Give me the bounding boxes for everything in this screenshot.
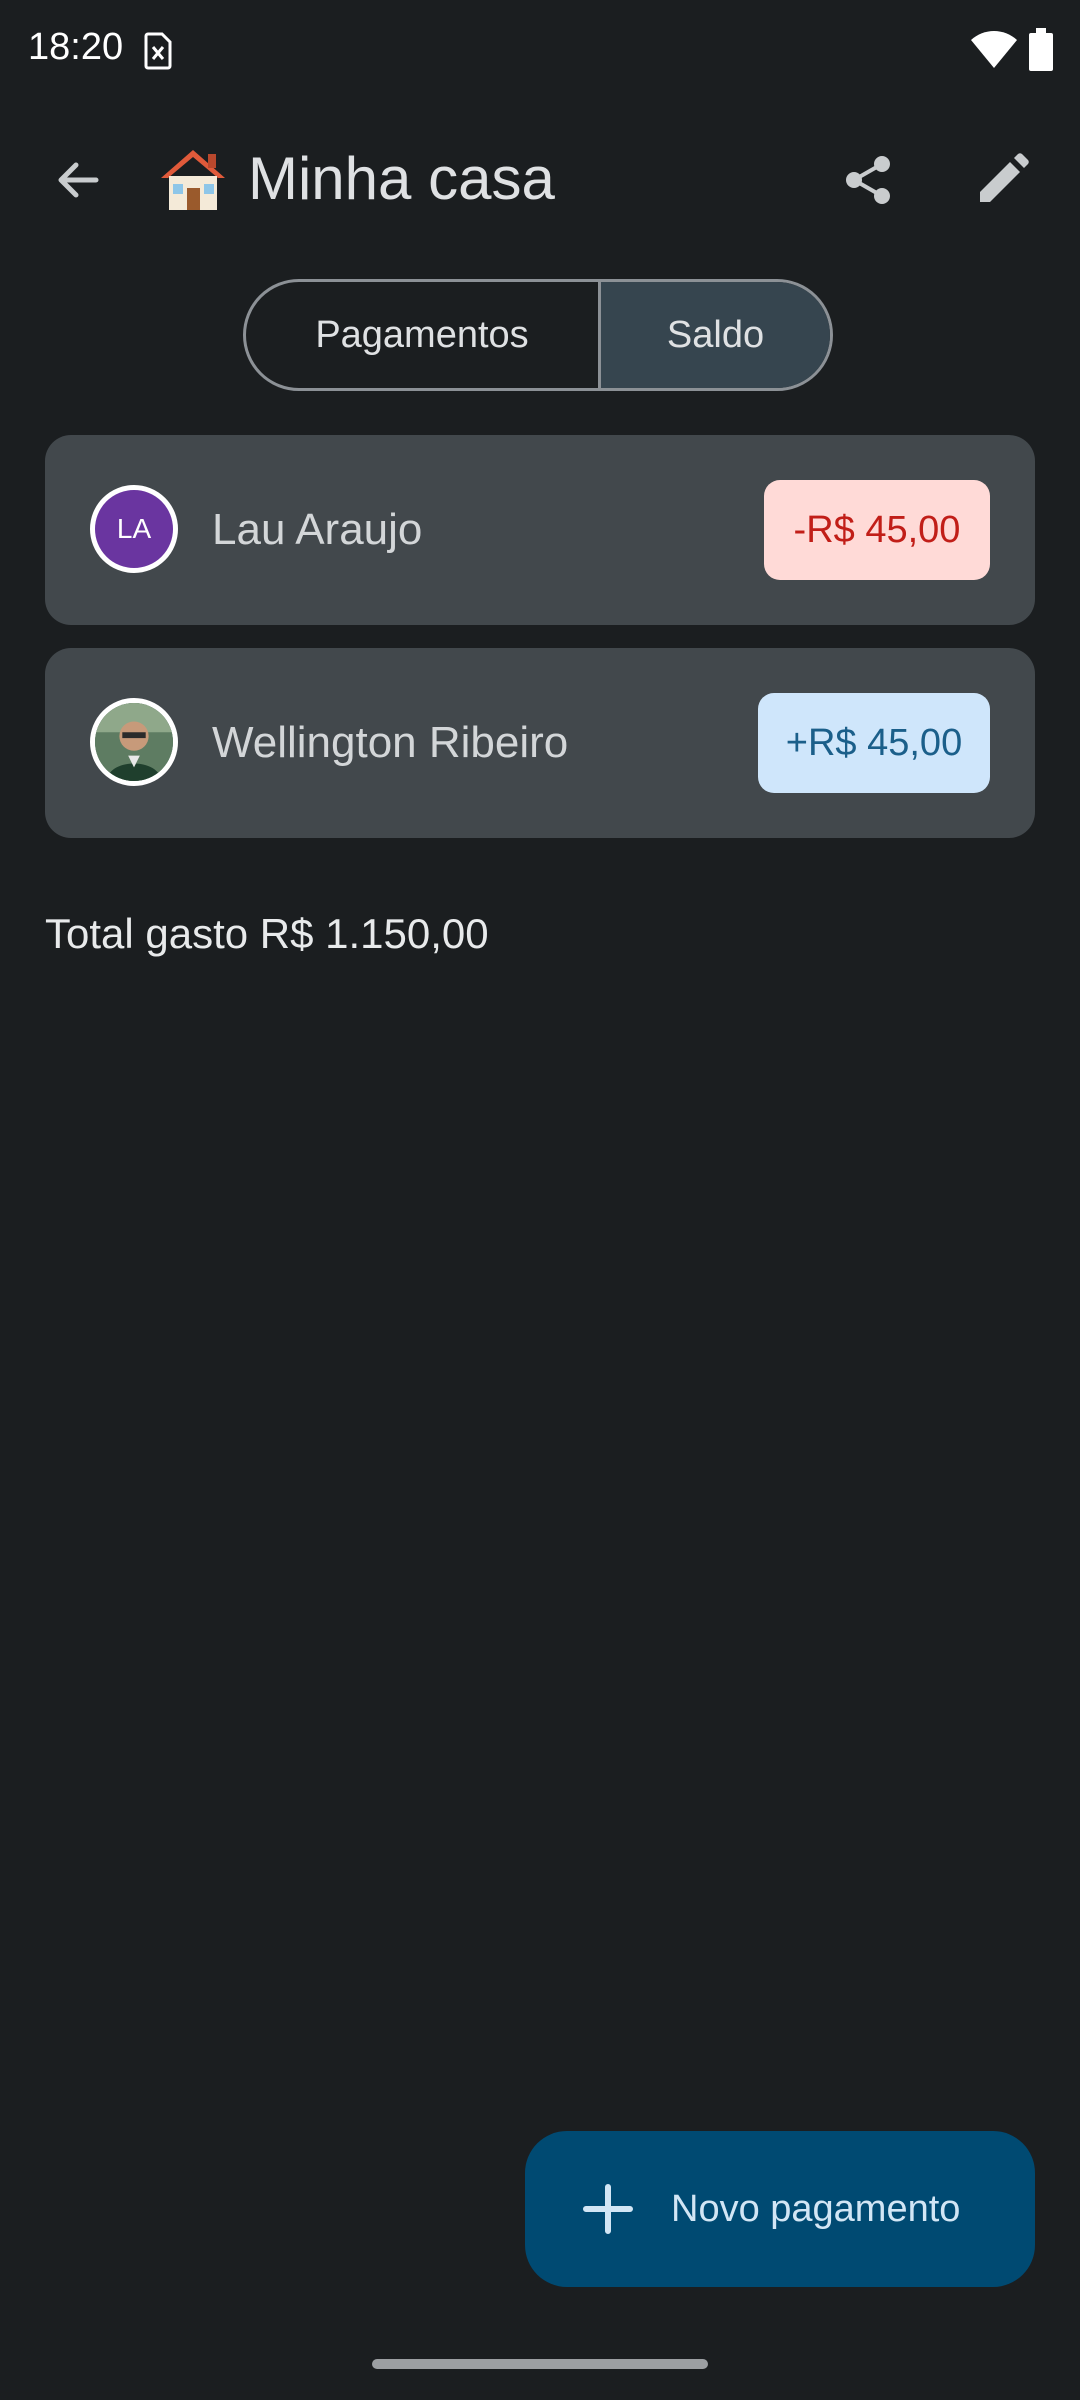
view-toggle: Pagamentos Saldo <box>243 279 833 391</box>
avatar-initials: LA <box>116 513 152 544</box>
gesture-navigation-bar[interactable] <box>372 2359 708 2369</box>
app-bar: Minha casa <box>0 120 1080 240</box>
avatar: LA <box>90 485 178 573</box>
share-icon <box>846 156 890 204</box>
battery-icon <box>1029 28 1053 71</box>
screen: 18:20 Minha casa Pagamentos Saldo LA Lau… <box>0 0 1080 2400</box>
total-spent-text: Total gasto R$ 1.150,00 <box>45 910 489 957</box>
balance-card[interactable]: LA Lau Araujo -R$ 45,00 <box>45 435 1035 625</box>
back-arrow-icon <box>58 162 99 198</box>
tab-saldo[interactable]: Saldo <box>601 282 830 388</box>
person-name: Lau Araujo <box>212 505 423 554</box>
house-emoji-icon <box>161 150 225 210</box>
balance-amount-badge: +R$ 45,00 <box>758 693 990 793</box>
new-payment-label: Novo pagamento <box>671 2188 961 2230</box>
balance-amount-badge: -R$ 45,00 <box>764 480 990 580</box>
edit-button[interactable] <box>962 140 1042 220</box>
person-name: Wellington Ribeiro <box>212 718 569 767</box>
person-photo-icon <box>95 703 173 781</box>
page-title: Minha casa <box>248 145 555 212</box>
status-bar: 18:20 <box>0 0 1080 100</box>
status-time: 18:20 <box>28 26 124 68</box>
balance-card[interactable]: Wellington Ribeiro +R$ 45,00 <box>45 648 1035 838</box>
new-payment-button[interactable]: Novo pagamento <box>525 2131 1035 2287</box>
edit-pencil-icon <box>980 153 1029 202</box>
sim-card-alert-icon <box>144 32 172 70</box>
avatar-photo <box>90 698 178 786</box>
back-button[interactable] <box>38 140 118 220</box>
wifi-icon <box>971 31 1017 68</box>
tab-pagamentos[interactable]: Pagamentos <box>246 282 601 388</box>
share-button[interactable] <box>828 140 908 220</box>
plus-icon <box>583 2184 633 2234</box>
